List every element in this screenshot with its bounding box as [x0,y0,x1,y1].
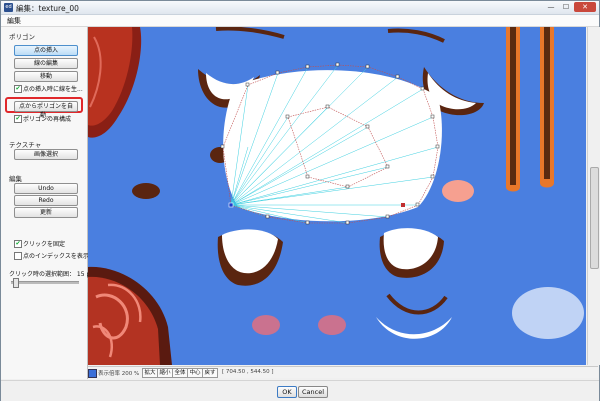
rebuild-polygon-checkbox[interactable]: ✔ [14,115,22,123]
show-index-checkbox[interactable] [14,252,22,260]
menu-edit[interactable]: 編集 [7,16,21,26]
close-button[interactable]: ✕ [574,2,596,12]
fix-click-checkbox[interactable]: ✔ [14,240,22,248]
display-ratio: 表示倍率 200 % [98,371,140,377]
zoom-in-button[interactable]: 拡大 [142,368,158,378]
polygon-section-title: ポリゴン [9,33,35,41]
window-title: 編集：texture_00 [16,4,79,13]
redo-button[interactable]: Redo [14,195,78,206]
texture-artwork[interactable] [88,27,586,365]
title-bar: ed 編集：texture_00 — ☐ ✕ [1,1,599,15]
edit-lines-button[interactable]: 線の編集 [14,58,78,69]
texture-section-title: テクスチャ [9,141,42,149]
show-index-label: 点のインデックスを表示 [23,253,89,260]
status-bar: 表示倍率 200 % 拡大 縮小 全体 中心 戻す [ 704.50 , 544… [88,366,598,378]
undo-button[interactable]: Undo [14,183,78,194]
cancel-button[interactable]: Cancel [298,386,328,398]
update-button[interactable]: 更新 [14,207,78,218]
smile-curve [386,293,448,315]
vertical-scrollbar[interactable] [587,27,600,365]
rebuild-polygon-label: ポリゴンの再構成 [23,116,72,123]
texture-canvas[interactable] [88,27,586,365]
select-image-button[interactable]: 画像選択 [14,149,78,160]
tool-panel: ポリゴン 点の挿入 線の編集 移動 ✔ 点の挿入時に線を生... 点からポリゴン… [1,27,98,379]
dialog-footer: OK Cancel [1,380,599,401]
click-range-label: クリック時の選択範囲： 15 pi... [9,271,98,278]
auto-line-label: 点の挿入時に線を生... [23,86,83,93]
maximize-button[interactable]: ☐ [559,2,573,12]
fix-click-label: クリックを固定 [23,241,66,248]
ok-button[interactable]: OK [277,386,297,398]
menu-bar: 編集 [1,15,599,27]
auto-polygon-button[interactable]: 点からポリゴンを自動... [14,101,78,119]
edit-section-title: 編集 [9,175,22,183]
click-range-slider-thumb[interactable] [13,278,19,288]
zoom-out-button[interactable]: 縮小 [157,368,173,378]
cursor-coordinates: [ 704.50 , 544.50 ] [222,369,274,375]
mouth-shape [223,70,442,222]
click-range-slider-track[interactable] [11,281,79,284]
move-button[interactable]: 移動 [14,71,78,82]
background-color-swatch[interactable] [88,369,97,378]
editor-window: ed 編集：texture_00 — ☐ ✕ 編集 ポリゴン 点の挿入 線の編集… [0,0,600,401]
auto-line-checkbox[interactable]: ✔ [14,85,22,93]
center-button[interactable]: 中心 [187,368,203,378]
vertical-scrollbar-thumb[interactable] [590,167,599,269]
minimize-button[interactable]: — [544,2,558,12]
reset-view-button[interactable]: 戻す [202,368,218,378]
app-icon: ed [4,3,13,12]
fit-all-button[interactable]: 全体 [172,368,188,378]
add-point-button[interactable]: 点の挿入 [14,45,78,56]
